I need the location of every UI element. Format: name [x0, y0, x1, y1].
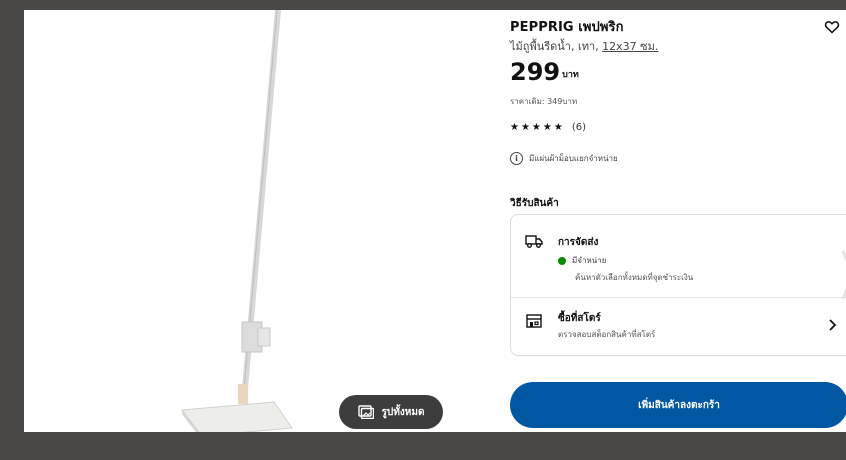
rating[interactable]: ★★★★★ (6): [510, 122, 586, 133]
gallery-icon: [357, 405, 374, 419]
heart-icon[interactable]: [824, 19, 840, 35]
notice: i มีแผ่นผ้าม็อบแยกจำหน่าย: [510, 152, 618, 165]
section-title: วิธีรับสินค้า: [510, 198, 559, 209]
product-page: รูปทั้งหมด PEPPRIG เพปพริก ไม้ถูพื้นรีดน…: [24, 10, 846, 432]
notice-text: มีแผ่นผ้าม็อบแยกจำหน่าย: [529, 154, 618, 163]
store-option[interactable]: ซื้อที่สโตร์ ตรวจสอบสต็อกสินค้าที่สโตร์: [511, 297, 846, 356]
delivery-option[interactable]: การจัดส่ง มีจำหน่าย ค้นหาตัวเลือกทั้งหมด…: [511, 215, 846, 300]
price-value: 299: [510, 58, 561, 86]
store-icon: [526, 314, 542, 328]
star-icons: ★★★★★: [510, 122, 565, 133]
availability-text: มีจำหน่าย: [572, 256, 607, 265]
all-photos-button[interactable]: รูปทั้งหมด: [339, 395, 443, 429]
price: 299 บาท: [510, 58, 579, 86]
truck-icon: [525, 235, 543, 248]
store-title: ซื้อที่สโตร์: [558, 313, 601, 324]
product-name: PEPPRIG เพปพริก: [510, 20, 624, 35]
product-image[interactable]: [174, 10, 334, 432]
description-text: ไม้ถูพื้นรีดน้ำ, เทา,: [510, 40, 599, 53]
rating-count: (6): [571, 122, 586, 133]
add-to-cart-button[interactable]: เพิ่มสินค้าลงตะกร้า: [510, 382, 846, 428]
status-dot: [558, 256, 566, 265]
delivery-title: การจัดส่ง: [558, 237, 599, 248]
original-price: ราคาเดิม: 349บาท: [510, 97, 578, 106]
price-currency: บาท: [562, 70, 579, 80]
store-sub: ตรวจสอบสต็อกสินค้าที่สโตร์: [558, 330, 656, 339]
chevron-right-icon[interactable]: [827, 318, 837, 332]
delivery-availability: มีจำหน่าย: [558, 254, 606, 267]
dimension-link[interactable]: 12x37 ซม.: [602, 40, 658, 53]
chevron-right-icon[interactable]: [841, 245, 846, 305]
all-photos-label: รูปทั้งหมด: [381, 406, 425, 418]
info-icon: i: [510, 152, 523, 165]
delivery-sub: ค้นหาตัวเลือกทั้งหมดที่จุดชำระเงิน: [575, 273, 694, 282]
purchase-options-card: การจัดส่ง มีจำหน่าย ค้นหาตัวเลือกทั้งหมด…: [510, 214, 846, 356]
product-description: ไม้ถูพื้นรีดน้ำ, เทา, 12x37 ซม.: [510, 37, 658, 55]
